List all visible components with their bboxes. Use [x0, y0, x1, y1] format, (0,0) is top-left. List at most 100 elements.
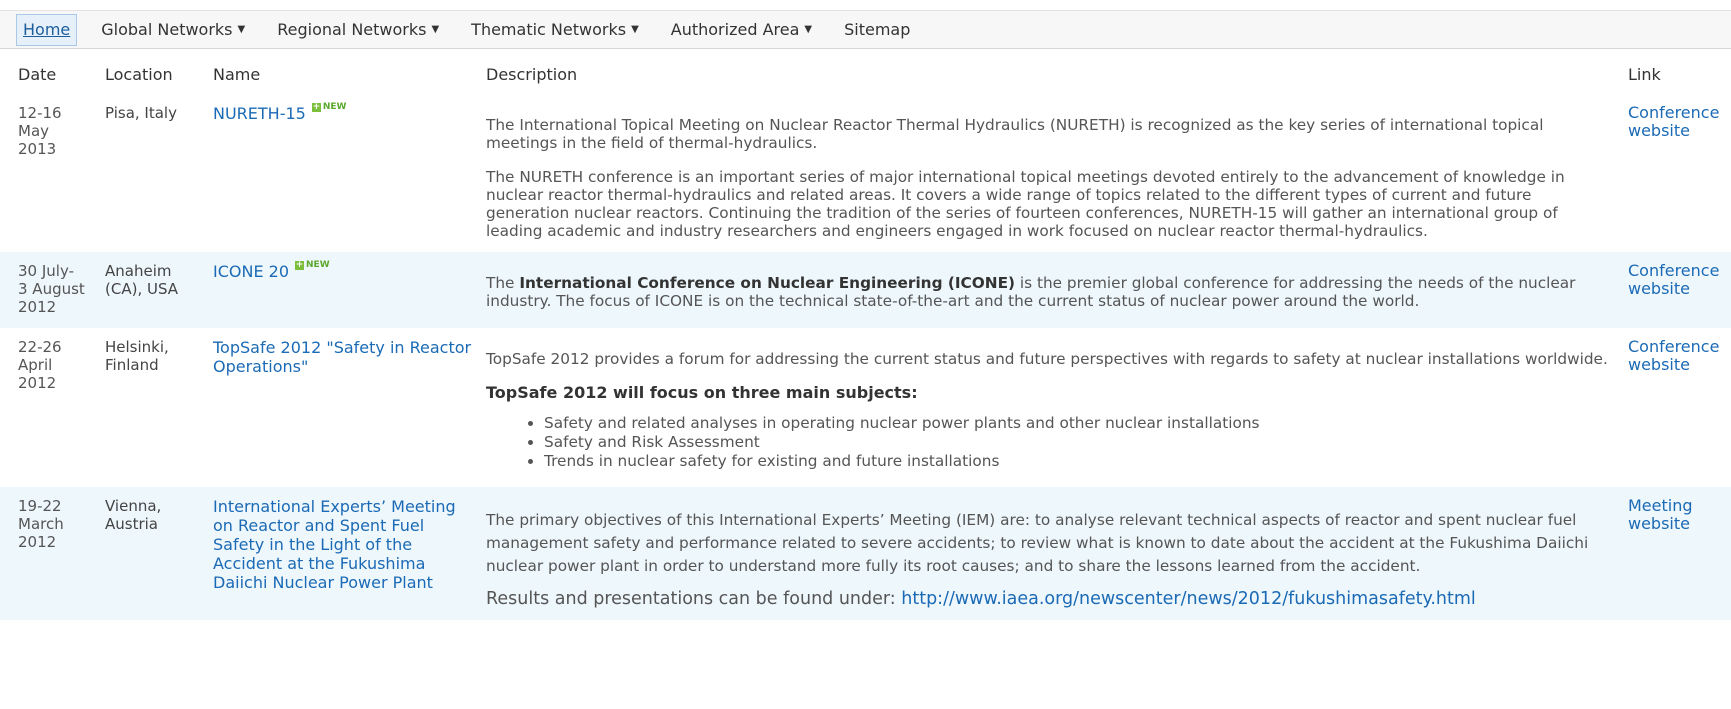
event-name-link[interactable]: TopSafe 2012 "Safety in Reactor Operatio… — [213, 338, 471, 376]
event-name: NURETH-15 + NEW — [213, 94, 486, 252]
table-header-row: Date Location Name Description Link — [0, 49, 1731, 94]
event-description: The International Topical Meeting on Nuc… — [486, 94, 1628, 252]
event-location: Anaheim (CA), USA — [105, 252, 213, 328]
date-line: 22-26 — [18, 338, 62, 356]
list-item: Trends in nuclear safety for existing an… — [544, 452, 1612, 471]
table-row: 30 July- 3 August 2012 Anaheim (CA), USA… — [0, 252, 1731, 328]
focus-heading: TopSafe 2012 will focus on three main su… — [486, 383, 918, 402]
nav-regional-label: Regional Networks — [277, 20, 427, 39]
nav-authorized-label: Authorized Area — [670, 20, 800, 39]
nav-sitemap-label: Sitemap — [844, 20, 911, 39]
date-line: 2012 — [18, 533, 57, 551]
date-line: May — [18, 122, 50, 140]
event-name-link[interactable]: NURETH-15 — [213, 104, 306, 123]
list-item: Safety and related analyses in operating… — [544, 414, 1612, 433]
description-paragraph: The NURETH conference is an important se… — [486, 168, 1565, 240]
main-nav: Home Global Networks ▼ Regional Networks ▼… — [0, 11, 1731, 49]
header-description: Description — [486, 65, 578, 84]
plus-icon: + — [311, 101, 321, 112]
location-line: Anaheim — [105, 262, 172, 280]
date-line: 2012 — [18, 298, 57, 316]
conference-website-link[interactable]: Conference website — [1628, 104, 1731, 140]
results-link[interactable]: http://www.iaea.org/newscenter/news/2012… — [901, 589, 1476, 609]
nav-thematic-label: Thematic Networks — [471, 20, 627, 39]
meeting-website-link[interactable]: Meeting website — [1628, 497, 1731, 533]
link-line: Meeting — [1628, 496, 1693, 515]
events-table: Date Location Name Description Link 12-1… — [0, 49, 1731, 620]
nav-thematic-networks[interactable]: Thematic Networks ▼ — [471, 15, 639, 45]
plus-icon: + — [295, 259, 305, 270]
event-link: Conference website — [1628, 94, 1731, 252]
description-paragraph: The primary objectives of this Internati… — [486, 511, 1589, 575]
new-badge: + NEW — [295, 260, 330, 270]
event-description: TopSafe 2012 provides a forum for addres… — [486, 328, 1628, 487]
link-line: Conference — [1628, 103, 1720, 122]
nav-regional-networks[interactable]: Regional Networks ▼ — [277, 15, 439, 45]
nav-home[interactable]: Home — [16, 13, 78, 46]
link-line: website — [1628, 279, 1690, 298]
link-line: website — [1628, 121, 1690, 140]
description-bold: International Conference on Nuclear Engi… — [519, 274, 1016, 292]
date-line: 12-16 — [18, 104, 62, 122]
location-line: Helsinki, — [105, 338, 169, 356]
results-label: Results and presentations can be found u… — [486, 589, 902, 609]
date-line: 2013 — [18, 140, 57, 158]
event-name-link[interactable]: International Experts’ Meeting on Reacto… — [213, 497, 486, 592]
event-date: 19-22 March 2012 — [0, 487, 105, 620]
date-line: 3 August — [18, 280, 85, 298]
location-line: Pisa, Italy — [105, 104, 177, 122]
link-line: Conference — [1628, 261, 1720, 280]
chevron-down-icon: ▼ — [431, 24, 440, 35]
event-location: Vienna, Austria — [105, 487, 213, 620]
nav-authorized-area[interactable]: Authorized Area ▼ — [671, 15, 812, 45]
event-name: ICONE 20 + NEW — [213, 252, 486, 328]
event-link: Conference website — [1628, 252, 1731, 328]
event-link: Conference website — [1628, 328, 1731, 487]
location-line: Finland — [105, 356, 159, 374]
nav-sitemap[interactable]: Sitemap — [844, 15, 910, 45]
event-date: 30 July- 3 August 2012 — [0, 252, 105, 328]
new-badge-label: NEW — [306, 260, 330, 270]
header-link: Link — [1628, 65, 1661, 84]
chevron-down-icon: ▼ — [631, 24, 639, 35]
table-row: 19-22 March 2012 Vienna, Austria Interna… — [0, 487, 1731, 620]
event-name-link[interactable]: ICONE 20 — [213, 262, 289, 281]
event-name: International Experts’ Meeting on Reacto… — [213, 487, 486, 620]
table-row: 12-16 May 2013 Pisa, Italy NURETH-15 + NEW… — [0, 94, 1731, 252]
event-description: The primary objectives of this Internati… — [486, 487, 1628, 620]
event-date: 12-16 May 2013 — [0, 94, 105, 252]
event-date: 22-26 April 2012 — [0, 328, 105, 487]
date-line: 19-22 — [18, 497, 62, 515]
description-text: The — [486, 274, 520, 292]
event-location: Helsinki, Finland — [105, 328, 213, 487]
link-line: website — [1628, 514, 1690, 533]
new-badge-label: NEW — [322, 102, 347, 112]
top-strip — [0, 0, 1731, 11]
header-date: Date — [18, 65, 57, 84]
conference-website-link[interactable]: Conference website — [1628, 338, 1731, 374]
event-location: Pisa, Italy — [105, 94, 213, 252]
link-line: website — [1628, 355, 1690, 374]
date-line: 30 July- — [18, 262, 74, 280]
new-badge: + NEW — [311, 101, 347, 112]
conference-website-link[interactable]: Conference website — [1628, 262, 1731, 298]
nav-global-networks[interactable]: Global Networks ▼ — [101, 15, 245, 45]
list-item: Safety and Risk Assessment — [544, 433, 1612, 452]
date-line: 2012 — [18, 374, 57, 392]
nav-global-label: Global Networks — [101, 20, 233, 39]
location-line: Austria — [105, 515, 158, 533]
event-link: Meeting website — [1628, 487, 1731, 620]
nav-home-label: Home — [23, 20, 71, 39]
results-paragraph: Results and presentations can be found u… — [486, 590, 1612, 608]
table-row: 22-26 April 2012 Helsinki, Finland TopSa… — [0, 328, 1731, 487]
date-line: April — [18, 356, 53, 374]
subjects-list: Safety and related analyses in operating… — [486, 414, 1612, 471]
description-paragraph: The International Topical Meeting on Nuc… — [486, 116, 1544, 152]
description-paragraph: The International Conference on Nuclear … — [486, 274, 1612, 310]
chevron-down-icon: ▼ — [237, 24, 246, 35]
chevron-down-icon: ▼ — [804, 24, 813, 35]
header-name: Name — [213, 65, 261, 84]
event-name: TopSafe 2012 "Safety in Reactor Operatio… — [213, 328, 486, 487]
link-line: Conference — [1628, 337, 1720, 356]
location-line: Vienna, — [105, 497, 162, 515]
